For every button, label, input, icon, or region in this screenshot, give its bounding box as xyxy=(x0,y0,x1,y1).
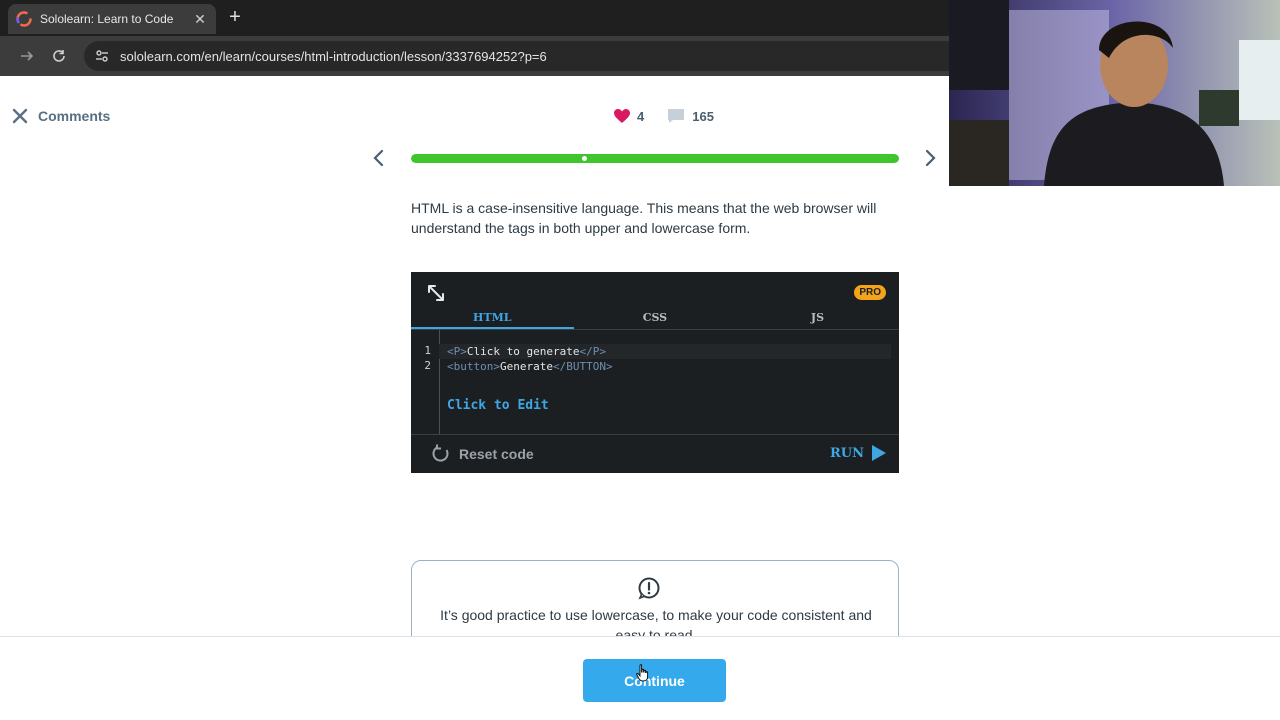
pro-badge[interactable]: PRO xyxy=(854,285,886,300)
run-label: RUN xyxy=(829,445,864,461)
browser-tab[interactable]: Sololearn: Learn to Code ✕ xyxy=(8,4,216,34)
code-text: Click to generate xyxy=(466,345,580,358)
code-text: Generate xyxy=(499,360,553,373)
reset-icon xyxy=(432,444,449,462)
code-line[interactable]: <P>Click to generate</P> xyxy=(439,344,891,359)
tab-title: Sololearn: Learn to Code xyxy=(40,12,174,26)
comments-label: Comments xyxy=(38,108,111,124)
reset-code-button[interactable]: Reset code xyxy=(431,444,534,464)
close-icon[interactable] xyxy=(10,106,30,126)
site-info-icon[interactable] xyxy=(94,48,110,64)
url-text: sololearn.com/en/learn/courses/html-intr… xyxy=(120,48,547,64)
info-icon xyxy=(638,577,660,600)
lesson-stats: 4 165 xyxy=(613,106,714,126)
tab-html[interactable]: HTML xyxy=(411,308,574,329)
webcam-video xyxy=(949,0,1280,186)
code-tag: </BUTTON> xyxy=(552,360,613,373)
reload-icon[interactable] xyxy=(49,46,69,66)
webcam-overlay xyxy=(949,0,1280,186)
line-number: 1 xyxy=(424,344,431,357)
code-tabs: HTML CSS JS xyxy=(411,308,899,330)
hand-cursor-icon xyxy=(636,664,649,682)
lesson-progress-bar xyxy=(411,154,899,163)
reset-label: Reset code xyxy=(459,446,534,462)
close-tab-icon[interactable]: ✕ xyxy=(192,11,208,28)
tab-css[interactable]: CSS xyxy=(574,308,737,329)
progress-fill xyxy=(411,154,899,163)
chevron-right-icon[interactable] xyxy=(918,146,942,170)
editor-footer: Reset code RUN xyxy=(411,434,899,473)
comments-link[interactable]: Comments xyxy=(10,106,110,126)
line-number: 2 xyxy=(424,359,431,372)
comment-bubble-icon[interactable] xyxy=(666,107,686,125)
chevron-left-icon[interactable] xyxy=(367,146,391,170)
line-gutter: 1 2 xyxy=(411,330,440,434)
heart-icon[interactable] xyxy=(613,107,631,125)
tab-js[interactable]: JS xyxy=(736,308,899,329)
progress-marker xyxy=(581,156,587,161)
forward-icon[interactable] xyxy=(17,46,37,66)
play-icon xyxy=(872,445,886,461)
code-editor: PRO HTML CSS JS 1 2 <P>Click to generate… xyxy=(411,272,899,473)
address-bar[interactable]: sololearn.com/en/learn/courses/html-intr… xyxy=(84,41,964,71)
continue-button[interactable]: Continue xyxy=(583,659,726,702)
screen: Sololearn: Learn to Code ✕ + sololearn.c… xyxy=(0,0,1280,720)
lesson-text: HTML is a case-insensitive language. Thi… xyxy=(411,200,877,236)
code-line[interactable]: <button>Generate</BUTTON> xyxy=(447,359,613,374)
code-tag: <button> xyxy=(447,360,500,373)
likes-count: 4 xyxy=(637,108,645,124)
new-tab-button[interactable]: + xyxy=(226,6,244,28)
comments-count: 165 xyxy=(692,108,714,124)
expand-icon[interactable] xyxy=(427,284,445,302)
sololearn-favicon-icon xyxy=(16,11,32,27)
click-to-edit[interactable]: Click to Edit xyxy=(447,398,549,413)
code-tag: <P> xyxy=(447,345,467,358)
code-tag: </P> xyxy=(579,345,606,358)
run-button[interactable]: RUN xyxy=(830,444,887,462)
